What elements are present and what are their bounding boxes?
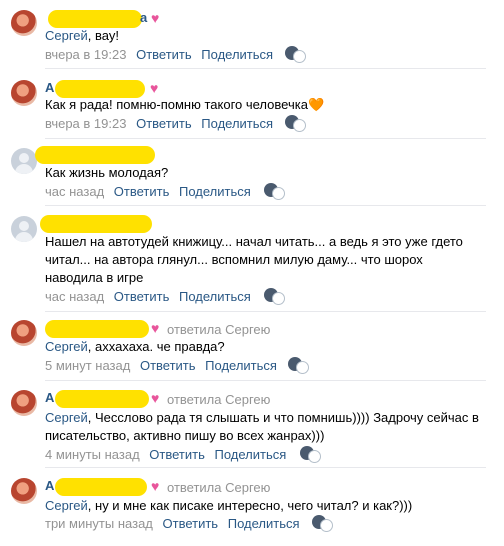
- liked-by-avatars[interactable]: [312, 515, 334, 533]
- share-button[interactable]: Поделиться: [228, 516, 300, 531]
- divider: [45, 311, 486, 312]
- author-name-fragment[interactable]: А: [45, 390, 54, 408]
- heart-icon: ♥: [151, 390, 160, 406]
- mention-link[interactable]: Сергей: [45, 28, 88, 43]
- author-name-fragment[interactable]: а: [140, 10, 147, 28]
- timestamp[interactable]: три минуты назад: [45, 516, 153, 531]
- divider: [45, 138, 486, 139]
- divider: [45, 68, 486, 69]
- timestamp[interactable]: час назад: [45, 184, 104, 199]
- author-name-fragment[interactable]: А: [45, 478, 54, 496]
- redacted-name: [35, 146, 155, 164]
- comment-meta: вчера в 19:23 Ответить Поделиться: [45, 47, 273, 62]
- avatar[interactable]: [11, 390, 37, 416]
- divider: [45, 205, 486, 206]
- reply-button[interactable]: Ответить: [136, 47, 192, 62]
- timestamp[interactable]: 5 минут назад: [45, 358, 130, 373]
- heart-icon: ♥: [151, 10, 160, 26]
- reply-button[interactable]: Ответить: [140, 358, 196, 373]
- liked-by-avatars[interactable]: [300, 446, 322, 464]
- liked-by-avatars[interactable]: [264, 183, 286, 201]
- reply-button[interactable]: Ответить: [114, 184, 170, 199]
- heart-icon: ♥: [150, 80, 159, 96]
- divider: [45, 380, 486, 381]
- share-button[interactable]: Поделиться: [179, 184, 251, 199]
- share-button[interactable]: Поделиться: [205, 358, 277, 373]
- redacted-name: [40, 215, 152, 233]
- reply-button[interactable]: Ответить: [114, 289, 170, 304]
- redacted-name: [55, 478, 147, 496]
- avatar[interactable]: [11, 216, 37, 242]
- share-button[interactable]: Поделиться: [201, 47, 273, 62]
- liked-by-avatars[interactable]: [264, 288, 286, 306]
- liked-by-avatars[interactable]: [285, 46, 307, 64]
- avatar[interactable]: [11, 478, 37, 504]
- redacted-name: [45, 320, 149, 338]
- mention-link[interactable]: Сергей: [45, 339, 88, 354]
- replied-to-label: ответила Сергею: [167, 322, 271, 337]
- share-button[interactable]: Поделиться: [201, 116, 273, 131]
- comment-text: Как я рада! помню-помню такого человечка…: [45, 97, 325, 112]
- comment-meta: три минуты назад Ответить Поделиться: [45, 516, 300, 531]
- redacted-name: [55, 390, 149, 408]
- reply-button[interactable]: Ответить: [136, 116, 192, 131]
- avatar[interactable]: [11, 320, 37, 346]
- redacted-name: [48, 10, 142, 28]
- timestamp[interactable]: 4 минуты назад: [45, 447, 140, 462]
- comment-meta: час назад Ответить Поделиться: [45, 289, 251, 304]
- comment-meta: 5 минут назад Ответить Поделиться: [45, 358, 277, 373]
- avatar[interactable]: [11, 80, 37, 106]
- comment-text: Нашел на автотудей книжицу... начал чита…: [45, 234, 463, 285]
- comment-text: Сергей, вау!: [45, 28, 119, 43]
- heart-icon: ♥: [151, 320, 160, 336]
- mention-link[interactable]: Сергей: [45, 498, 88, 513]
- share-button[interactable]: Поделиться: [179, 289, 251, 304]
- divider: [45, 467, 486, 468]
- liked-by-avatars[interactable]: [285, 115, 307, 133]
- share-button[interactable]: Поделиться: [215, 447, 287, 462]
- reply-button[interactable]: Ответить: [163, 516, 219, 531]
- heart-icon: ♥: [151, 478, 160, 494]
- replied-to-label: ответила Сергею: [167, 392, 271, 407]
- avatar[interactable]: [11, 148, 37, 174]
- timestamp[interactable]: вчера в 19:23: [45, 116, 126, 131]
- comment-meta: час назад Ответить Поделиться: [45, 184, 251, 199]
- liked-by-avatars[interactable]: [288, 357, 310, 375]
- timestamp[interactable]: час назад: [45, 289, 104, 304]
- comment-text: Как жизнь молодая?: [45, 165, 169, 180]
- comment-text: Сергей, аххахаха. че правда?: [45, 339, 225, 354]
- comment-meta: вчера в 19:23 Ответить Поделиться: [45, 116, 273, 131]
- mention-link[interactable]: Сергей: [45, 410, 88, 425]
- timestamp[interactable]: вчера в 19:23: [45, 47, 126, 62]
- comment-meta: 4 минуты назад Ответить Поделиться: [45, 447, 286, 462]
- replied-to-label: ответила Сергею: [167, 480, 271, 495]
- orange-heart-icon: 🧡: [307, 97, 325, 112]
- avatar[interactable]: [11, 10, 37, 36]
- comment-text: Сергей, ну и мне как писаке интересно, ч…: [45, 498, 413, 513]
- reply-button[interactable]: Ответить: [149, 447, 205, 462]
- comment-text: Сергей, Чесслово рада тя слышать и что п…: [45, 410, 479, 443]
